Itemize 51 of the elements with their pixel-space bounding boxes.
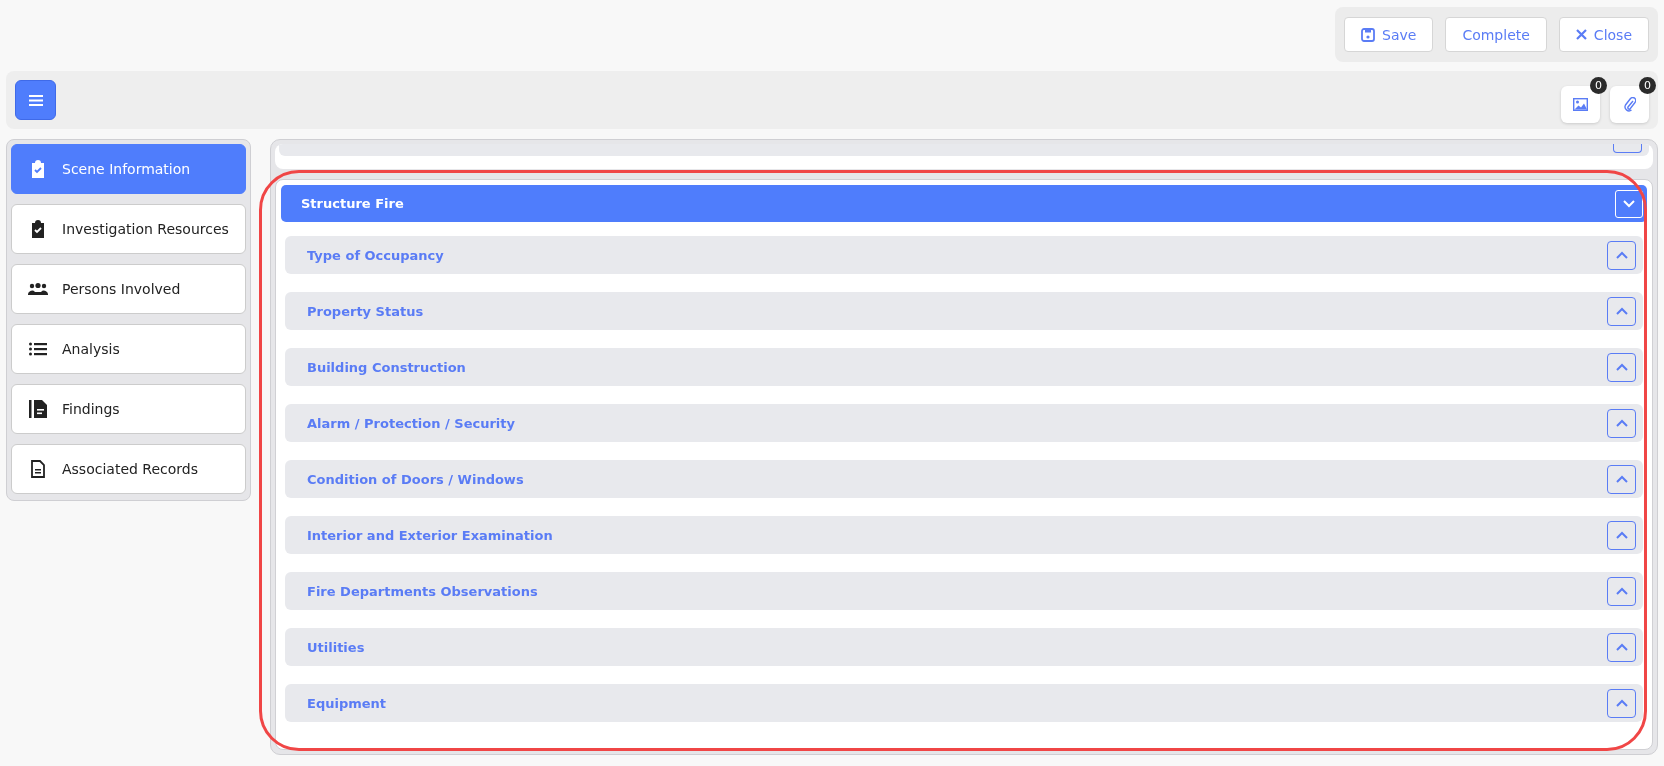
accordion-header[interactable]: Type of Occupancy xyxy=(285,236,1643,274)
toggle-button[interactable] xyxy=(1607,296,1636,326)
accordion-header[interactable]: Property Status xyxy=(285,292,1643,330)
toggle-button[interactable] xyxy=(1607,520,1636,550)
section-title: Equipment xyxy=(307,695,387,711)
sidebar-item[interactable]: Persons Involved xyxy=(11,264,246,314)
save-button[interactable]: Save xyxy=(1344,17,1434,52)
section-title: Alarm / Protection / Security xyxy=(307,415,515,431)
section-title: Condition of Doors / Windows xyxy=(307,471,524,487)
sidebar-item[interactable]: Scene Information xyxy=(11,144,246,194)
close-icon xyxy=(1575,29,1587,40)
count-badge: 0 xyxy=(1639,77,1656,94)
count-badge: 0 xyxy=(1590,77,1607,94)
people-icon xyxy=(28,282,48,296)
toggle-button[interactable] xyxy=(1607,688,1636,718)
section-title: Fire Departments Observations xyxy=(307,583,538,599)
sidebar-item[interactable]: Associated Records xyxy=(11,444,246,494)
accordion-header[interactable]: Condition of Doors / Windows xyxy=(285,460,1643,498)
toggle-button[interactable] xyxy=(1607,352,1636,382)
accordion-header[interactable]: Utilities xyxy=(285,628,1643,666)
sidebar-item[interactable]: Findings xyxy=(11,384,246,434)
section-title: Type of Occupancy xyxy=(307,247,444,263)
action-button[interactable]: Complete xyxy=(1445,17,1547,52)
section-title: Structure Fire xyxy=(301,196,404,211)
section-title: Building Construction xyxy=(307,359,466,375)
sidebar-item[interactable]: Analysis xyxy=(11,324,246,374)
document-icon xyxy=(28,400,48,418)
sidebar-item[interactable]: Investigation Resources xyxy=(11,204,246,254)
clipboard-check-icon xyxy=(30,220,46,238)
accordion-header[interactable]: Structure Fire xyxy=(281,185,1647,222)
toggle-button[interactable] xyxy=(1607,632,1636,662)
accordion-header[interactable]: Equipment xyxy=(285,684,1643,722)
clipboard-check-icon xyxy=(30,160,46,178)
menu-button[interactable] xyxy=(15,80,56,120)
document-icon xyxy=(31,460,45,478)
toggle-button[interactable] xyxy=(1607,240,1636,270)
close-button[interactable]: Close xyxy=(1558,17,1649,52)
section-title: Utilities xyxy=(307,639,365,655)
section-title: Property Status xyxy=(307,303,424,319)
menu-icon xyxy=(28,94,43,106)
toggle-button[interactable] xyxy=(1607,408,1636,438)
toggle-button[interactable] xyxy=(1607,576,1636,606)
accordion-header[interactable]: Fire Departments Observations xyxy=(285,572,1643,610)
accordion-header[interactable]: Alarm / Protection / Security xyxy=(285,404,1643,442)
list-icon xyxy=(29,342,47,356)
paperclip-icon xyxy=(1623,97,1636,112)
accordion-header[interactable]: Interior and Exterior Examination xyxy=(285,516,1643,554)
accordion-header[interactable]: Building Construction xyxy=(285,348,1643,386)
toggle-button[interactable] xyxy=(1607,464,1636,494)
section-title: Interior and Exterior Examination xyxy=(307,527,553,543)
image-icon xyxy=(1573,98,1588,111)
